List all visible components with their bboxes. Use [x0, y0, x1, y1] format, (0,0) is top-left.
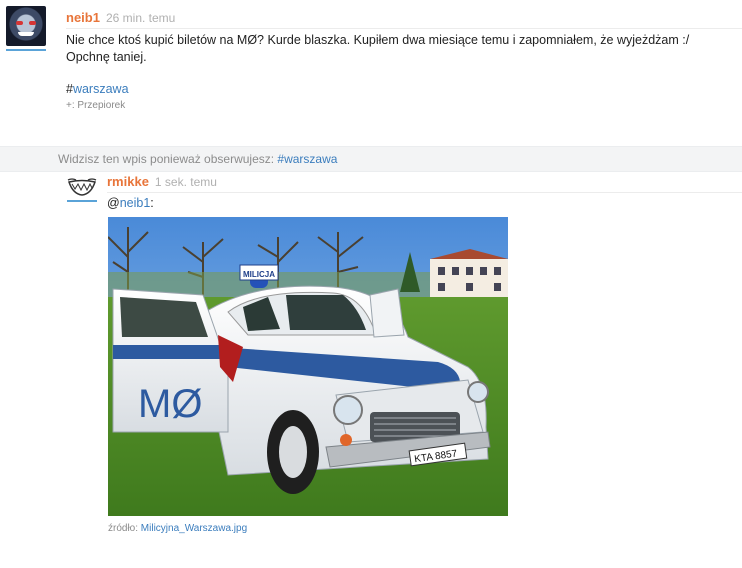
voters: +: Przepiorek [66, 100, 125, 111]
mention: @neib1: [107, 196, 154, 210]
avatar-eye-left [16, 21, 23, 25]
mention-colon: : [150, 196, 154, 210]
entry-meta: neib1 26 min. temu [66, 10, 742, 29]
reply-avatar[interactable] [66, 176, 98, 198]
entry-text-line: Opchnę taniej. [66, 50, 147, 64]
hash-symbol: # [66, 82, 73, 96]
timestamp[interactable]: 26 min. temu [106, 11, 175, 25]
mention-at: @ [107, 196, 120, 210]
hashtag: #warszawa [66, 82, 129, 96]
embedded-photo[interactable]: KTA 8857 MØ MILICJA [108, 217, 508, 516]
reply-timestamp[interactable]: 1 sek. temu [155, 175, 217, 189]
headlight-left [333, 395, 363, 425]
avatar-mouth [18, 32, 34, 36]
avatar-underline [67, 200, 97, 202]
vote-prefix: +: [66, 100, 75, 111]
notice-tag-link[interactable]: #warszawa [277, 152, 337, 166]
reply-username-link[interactable]: rmikke [107, 174, 149, 189]
reply-meta: rmikke 1 sek. temu [107, 174, 742, 193]
source-label: źródło: [108, 523, 139, 534]
notice-text: Widzisz ten wpis ponieważ obserwujesz: [58, 152, 278, 166]
divider [66, 28, 742, 29]
divider [107, 192, 742, 193]
police-car-photo: KTA 8857 MØ MILICJA [108, 217, 508, 516]
avatar-underline [6, 49, 46, 51]
door-lettering: MØ [138, 382, 202, 426]
source-file-link[interactable]: Milicyjna_Warszawa.jpg [141, 523, 247, 534]
indicator [340, 434, 352, 446]
entry-body: Nie chce ktoś kupić biletów na MØ? Kurde… [66, 32, 726, 66]
username-link[interactable]: neib1 [66, 10, 100, 25]
headlight-right [467, 381, 489, 403]
grin-face-icon [67, 178, 97, 196]
image-source: źródło: Milicyjna_Warszawa.jpg [108, 523, 247, 534]
avatar[interactable] [6, 6, 46, 46]
mention-link[interactable]: neib1 [120, 196, 151, 210]
voter-link[interactable]: Przepiorek [77, 100, 125, 111]
hashtag-link[interactable]: warszawa [73, 82, 129, 96]
avatar-eye-right [29, 21, 36, 25]
building [430, 249, 508, 299]
entry-text-line: Nie chce ktoś kupić biletów na MØ? Kurde… [66, 33, 690, 47]
follow-notice: Widzisz ten wpis ponieważ obserwujesz: #… [0, 146, 742, 172]
badge-text: MILICJA [243, 270, 275, 279]
